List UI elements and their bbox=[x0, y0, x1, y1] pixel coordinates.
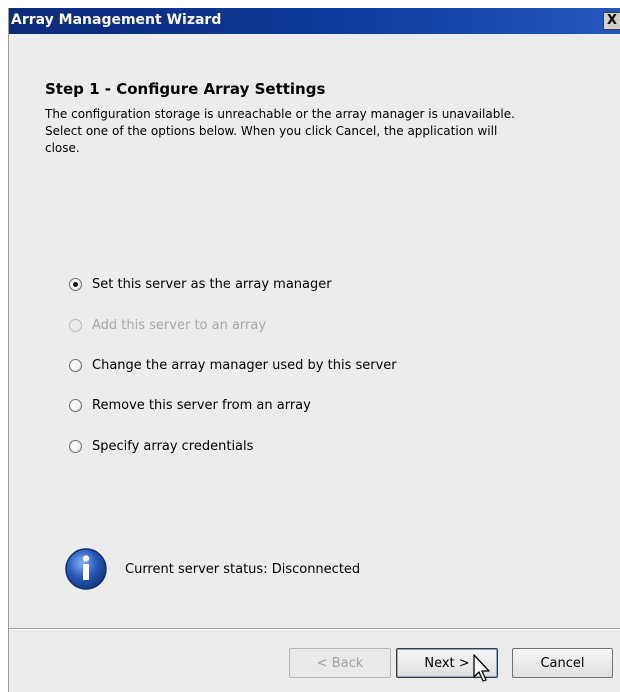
back-button[interactable]: < Back bbox=[289, 648, 391, 678]
step-title: Step 1 - Configure Array Settings bbox=[45, 80, 326, 98]
description-line: Select one of the options below. When yo… bbox=[45, 124, 498, 138]
title-bar[interactable]: Array Management Wizard X bbox=[9, 8, 620, 34]
option-label: Add this server to an array bbox=[92, 317, 267, 333]
option-set-array-manager[interactable]: Set this server as the array manager bbox=[69, 274, 332, 294]
server-status-text: Current server status: Disconnected bbox=[125, 562, 361, 577]
radio-button[interactable] bbox=[69, 439, 82, 453]
button-bar-divider bbox=[9, 628, 620, 630]
option-label: Change the array manager used by this se… bbox=[92, 357, 397, 373]
description-line: close. bbox=[45, 141, 80, 155]
close-button[interactable]: X bbox=[603, 12, 620, 30]
next-button[interactable]: Next > bbox=[396, 648, 498, 678]
option-specify-credentials[interactable]: Specify array credentials bbox=[69, 436, 253, 456]
radio-button[interactable] bbox=[69, 358, 82, 372]
radio-button-disabled bbox=[69, 318, 82, 332]
info-icon bbox=[65, 548, 107, 590]
option-label: Remove this server from an array bbox=[92, 397, 311, 413]
description-line: The configuration storage is unreachable… bbox=[45, 107, 515, 121]
option-label: Set this server as the array manager bbox=[92, 276, 332, 292]
step-description: The configuration storage is unreachable… bbox=[45, 106, 585, 157]
option-label: Specify array credentials bbox=[92, 438, 254, 454]
window-title: Array Management Wizard bbox=[11, 12, 222, 28]
radio-button[interactable] bbox=[69, 398, 82, 412]
radio-button-selected[interactable] bbox=[69, 277, 82, 291]
option-remove-from-array[interactable]: Remove this server from an array bbox=[69, 395, 311, 415]
cancel-button[interactable]: Cancel bbox=[512, 648, 613, 678]
option-add-to-array: Add this server to an array bbox=[69, 315, 266, 335]
option-change-array-manager[interactable]: Change the array manager used by this se… bbox=[69, 355, 397, 375]
wizard-window: Array Management Wizard X Step 1 - Confi… bbox=[8, 8, 620, 692]
